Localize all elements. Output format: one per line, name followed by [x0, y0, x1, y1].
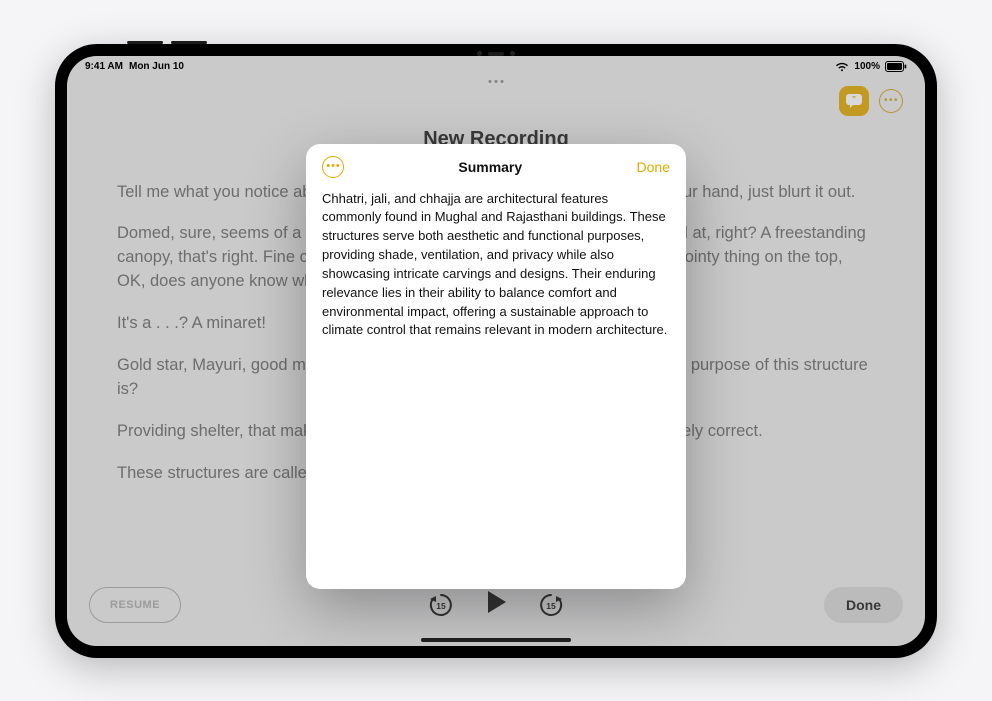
ipad-device-frame: ” ••• New Recording Tell me what you not…: [55, 44, 937, 658]
playback-controls: 15 15: [428, 588, 564, 621]
ellipsis-icon: •••: [884, 96, 899, 106]
popover-more-button[interactable]: •••: [322, 156, 344, 178]
resume-button[interactable]: RESUME: [89, 587, 181, 623]
skip-back-icon: 15: [428, 592, 454, 618]
wifi-icon: [835, 62, 849, 72]
play-icon: [482, 588, 510, 616]
screen: ” ••• New Recording Tell me what you not…: [67, 56, 925, 646]
more-options-button[interactable]: •••: [879, 89, 903, 113]
hw-volume-up: [127, 41, 163, 44]
done-button[interactable]: Done: [824, 587, 903, 623]
transcript-button[interactable]: ”: [839, 86, 869, 116]
drag-handle-icon[interactable]: [489, 80, 504, 83]
svg-text:”: ”: [852, 95, 856, 104]
svg-text:15: 15: [436, 601, 446, 611]
popover-done-button[interactable]: Done: [637, 159, 670, 175]
svg-text:15: 15: [546, 601, 556, 611]
battery-percent: 100%: [854, 61, 880, 72]
quote-bubble-icon: ”: [846, 94, 862, 108]
battery-icon: [885, 61, 907, 72]
skip-forward-15-button[interactable]: 15: [538, 592, 564, 618]
status-time: 9:41 AM: [85, 61, 123, 72]
status-date: Mon Jun 10: [129, 61, 184, 72]
ellipsis-icon: •••: [326, 161, 341, 172]
status-bar: 9:41 AM Mon Jun 10 100%: [67, 56, 925, 78]
summary-text: Chhatri, jali, and chhajja are architect…: [306, 186, 686, 357]
popover-title: Summary: [458, 159, 522, 175]
home-indicator[interactable]: [421, 638, 571, 642]
hw-volume-down: [171, 41, 207, 44]
skip-forward-icon: 15: [538, 592, 564, 618]
popover-header: ••• Summary Done: [306, 144, 686, 186]
summary-popover: ••• Summary Done Chhatri, jali, and chha…: [306, 144, 686, 589]
skip-back-15-button[interactable]: 15: [428, 592, 454, 618]
play-button[interactable]: [482, 588, 510, 621]
